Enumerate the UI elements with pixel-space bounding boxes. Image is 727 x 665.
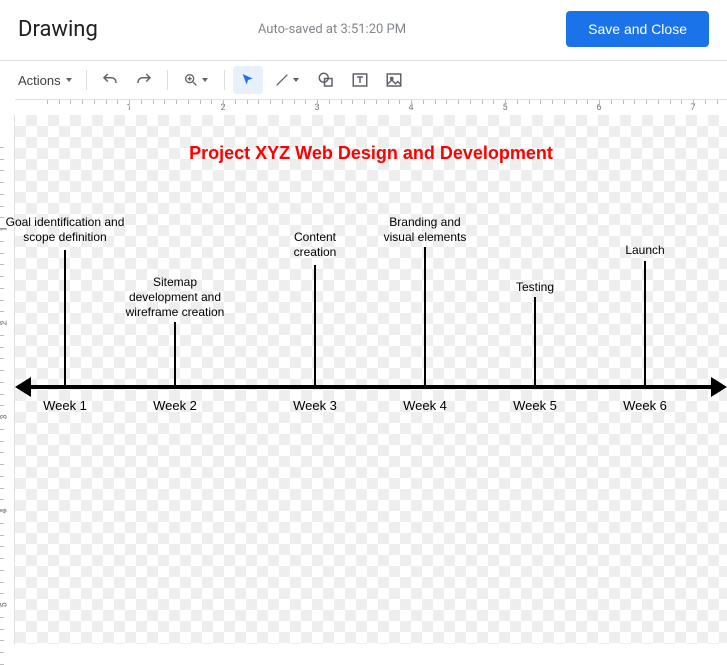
redo-button[interactable] — [129, 66, 159, 94]
undo-button[interactable] — [95, 66, 125, 94]
image-tool-button[interactable] — [379, 66, 409, 94]
redo-icon — [135, 71, 153, 89]
chevron-down-icon — [202, 78, 208, 82]
actions-menu-button[interactable]: Actions — [12, 69, 78, 92]
line-icon — [274, 72, 290, 88]
milestone-description: Content creation — [265, 230, 365, 260]
workspace: 12345 Project XYZ Web Design and Develop… — [0, 115, 727, 644]
timeline-milestone: Content creation Week 3 — [265, 115, 365, 415]
milestone-tick — [314, 265, 316, 387]
textbox-icon — [351, 71, 369, 89]
shape-tool-button[interactable] — [311, 66, 341, 94]
select-tool-button[interactable] — [233, 66, 263, 94]
timeline-arrow-right — [711, 377, 727, 397]
dialog-header: Drawing Auto-saved at 3:51:20 PM Save an… — [0, 0, 727, 60]
zoom-icon — [183, 72, 199, 88]
zoom-button[interactable] — [176, 66, 216, 94]
milestone-week-label: Week 5 — [513, 398, 557, 413]
toolbar-divider — [224, 70, 225, 90]
actions-label: Actions — [18, 73, 61, 88]
shape-icon — [317, 71, 335, 89]
toolbar: Actions — [0, 61, 727, 99]
milestone-description: Branding and visual elements — [365, 215, 485, 245]
undo-icon — [101, 71, 119, 89]
milestone-tick — [174, 322, 176, 387]
line-tool-button[interactable] — [267, 66, 307, 94]
timeline-milestone: Testing Week 5 — [495, 115, 575, 415]
milestone-description: Sitemap development and wireframe creati… — [110, 275, 240, 320]
save-and-close-button[interactable]: Save and Close — [566, 11, 709, 47]
timeline-milestone: Launch Week 6 — [605, 115, 685, 415]
cursor-icon — [240, 72, 256, 88]
milestone-week-label: Week 1 — [43, 398, 87, 413]
timeline-milestone: Sitemap development and wireframe creati… — [110, 115, 240, 415]
toolbar-divider — [167, 70, 168, 90]
image-icon — [385, 71, 403, 89]
horizontal-ruler: 1234567 — [15, 99, 727, 115]
milestone-description: Launch — [605, 243, 685, 258]
chevron-down-icon — [66, 78, 72, 82]
milestone-tick — [534, 297, 536, 387]
autosave-status: Auto-saved at 3:51:20 PM — [258, 22, 406, 37]
milestone-description: Testing — [495, 280, 575, 295]
milestone-tick — [64, 250, 66, 387]
milestone-week-label: Week 4 — [403, 398, 447, 413]
toolbar-divider — [86, 70, 87, 90]
milestone-week-label: Week 6 — [623, 398, 667, 413]
milestone-tick — [424, 247, 426, 387]
milestone-tick — [644, 261, 646, 387]
milestone-week-label: Week 3 — [293, 398, 337, 413]
dialog-title: Drawing — [18, 17, 98, 42]
textbox-tool-button[interactable] — [345, 66, 375, 94]
chevron-down-icon — [293, 78, 299, 82]
drawing-canvas[interactable]: Project XYZ Web Design and Development G… — [15, 115, 727, 644]
milestone-week-label: Week 2 — [153, 398, 197, 413]
timeline-milestone: Branding and visual elements Week 4 — [365, 115, 485, 415]
